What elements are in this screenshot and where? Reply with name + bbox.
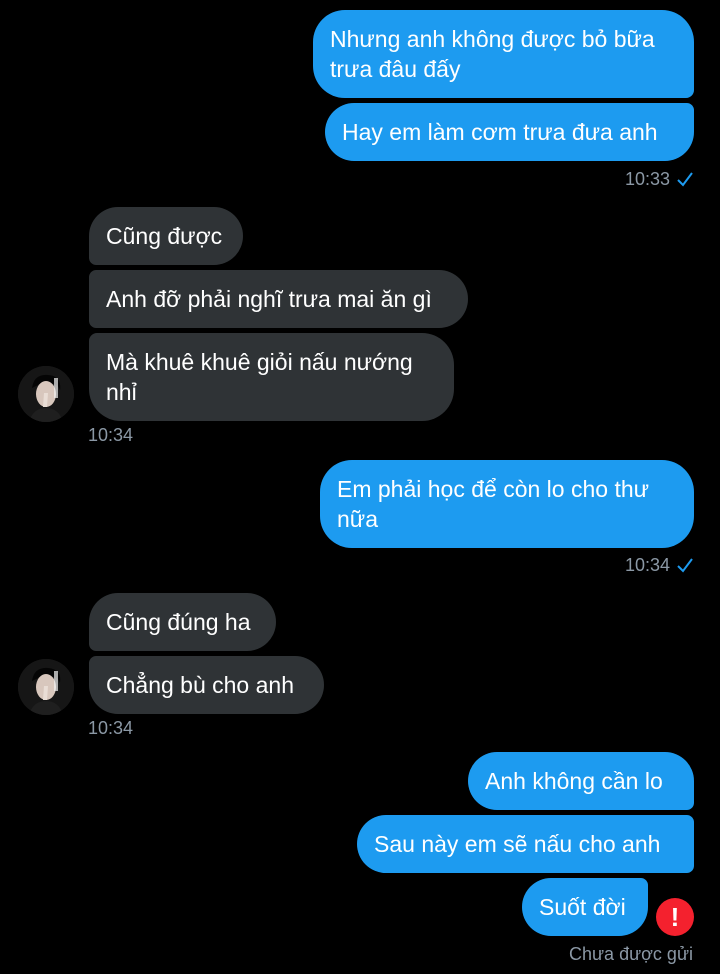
check-icon xyxy=(677,558,693,573)
message-bubble-outgoing[interactable]: Em phải học để còn lo cho thư nữa xyxy=(320,460,694,548)
message-meta-outgoing: 10:34 xyxy=(560,554,694,576)
message-bubble-outgoing-failed[interactable]: Suốt đời xyxy=(522,878,648,936)
send-failed-status: Chưa được gửi xyxy=(569,944,693,964)
check-icon xyxy=(677,172,693,187)
message-bubble-incoming[interactable]: Cũng đúng ha xyxy=(89,593,276,651)
message-meta-outgoing: 10:33 xyxy=(560,168,694,190)
avatar-image xyxy=(18,366,74,422)
message-bubble-incoming[interactable]: Cũng được xyxy=(89,207,243,265)
message-bubble-outgoing[interactable]: Anh không cần lo xyxy=(468,752,694,810)
message-bubble-outgoing[interactable]: Sau này em sẽ nấu cho anh xyxy=(357,815,694,873)
timestamp: 10:33 xyxy=(624,169,670,189)
contact-avatar[interactable] xyxy=(18,659,74,715)
message-bubble-incoming[interactable]: Chẳng bù cho anh xyxy=(89,656,324,714)
contact-avatar[interactable] xyxy=(18,366,74,422)
message-bubble-outgoing[interactable]: Nhưng anh không được bỏ bữa trưa đâu đấy xyxy=(313,10,694,98)
message-bubble-incoming[interactable]: Mà khuê khuê giỏi nấu nướng nhỉ xyxy=(89,333,454,421)
message-bubble-incoming[interactable]: Anh đỡ phải nghĩ trưa mai ăn gì xyxy=(89,270,468,328)
message-bubble-outgoing[interactable]: Hay em làm cơm trưa đưa anh xyxy=(325,103,694,161)
timestamp: 10:34 xyxy=(88,425,134,445)
exclamation-icon[interactable]: ! xyxy=(656,898,694,936)
timestamp: 10:34 xyxy=(88,718,134,738)
timestamp: 10:34 xyxy=(624,555,670,575)
avatar-image xyxy=(18,659,74,715)
